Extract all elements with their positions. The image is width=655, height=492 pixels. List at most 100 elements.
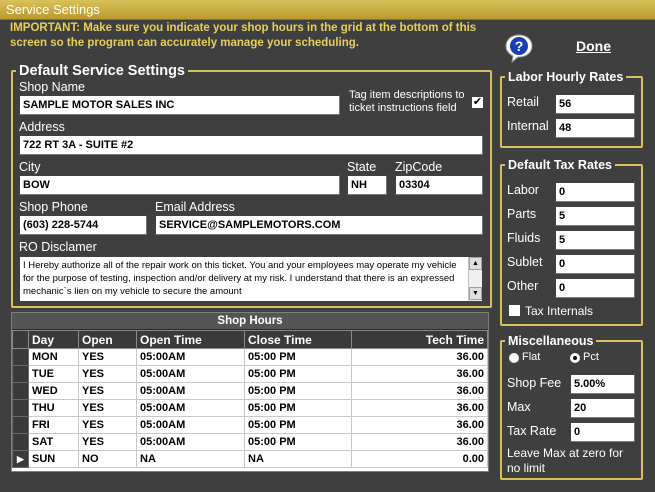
column-header-open-time[interactable]: Open Time: [136, 330, 245, 349]
address-input[interactable]: 722 RT 3A - SUITE #2: [19, 135, 483, 155]
ro-disclaimer-label: RO Disclamer: [19, 240, 97, 254]
shop-fee-label: Shop Fee: [507, 376, 562, 390]
max-note: Leave Max at zero for no limit: [507, 446, 624, 475]
cell-tech-time[interactable]: 36.00: [351, 433, 488, 451]
state-input[interactable]: NH: [347, 175, 387, 195]
cell-day[interactable]: SUN: [28, 450, 79, 468]
cell-open[interactable]: YES: [78, 365, 137, 383]
max-input[interactable]: 20: [570, 398, 635, 418]
cell-close-time[interactable]: 05:00 PM: [244, 382, 352, 400]
row-selector[interactable]: [12, 365, 29, 383]
tag-descriptions-checkbox[interactable]: ✔: [471, 96, 484, 109]
cell-open-time[interactable]: 05:00AM: [136, 348, 245, 366]
row-selector[interactable]: [12, 399, 29, 417]
cell-close-time[interactable]: 05:00 PM: [244, 399, 352, 417]
row-selector[interactable]: [12, 382, 29, 400]
cell-open[interactable]: YES: [78, 348, 137, 366]
table-row[interactable]: SAT YES 05:00AM 05:00 PM 36.00: [12, 433, 488, 451]
cell-open-time[interactable]: 05:00AM: [136, 416, 245, 434]
table-row[interactable]: FRI YES 05:00AM 05:00 PM 36.00: [12, 416, 488, 434]
shop-name-label: Shop Name: [19, 80, 86, 94]
cell-close-time[interactable]: NA: [244, 450, 352, 468]
column-header-close-time[interactable]: Close Time: [244, 330, 352, 349]
scroll-down-icon[interactable]: ▼: [469, 287, 482, 300]
cell-tech-time[interactable]: 36.00: [351, 382, 488, 400]
cell-open-time[interactable]: 05:00AM: [136, 399, 245, 417]
shop-name-input[interactable]: SAMPLE MOTOR SALES INC: [19, 95, 340, 115]
cell-day[interactable]: TUE: [28, 365, 79, 383]
cell-day[interactable]: SAT: [28, 433, 79, 451]
cell-close-time[interactable]: 05:00 PM: [244, 365, 352, 383]
internal-rate-label: Internal: [507, 119, 549, 133]
column-header-tech-time[interactable]: Tech Time: [351, 330, 488, 349]
current-row-marker-icon[interactable]: ▶: [12, 450, 29, 468]
tag-descriptions-label: Tag item descriptions to ticket instruct…: [349, 89, 465, 114]
shop-phone-label: Shop Phone: [19, 200, 88, 214]
zipcode-label: ZipCode: [395, 160, 443, 174]
scroll-up-icon[interactable]: ▲: [469, 257, 482, 270]
cell-day[interactable]: FRI: [28, 416, 79, 434]
cell-tech-time[interactable]: 36.00: [351, 399, 488, 417]
cell-close-time[interactable]: 05:00 PM: [244, 433, 352, 451]
max-label: Max: [507, 400, 531, 414]
cell-open-time[interactable]: 05:00AM: [136, 382, 245, 400]
state-label: State: [347, 160, 377, 174]
flat-fee-radio[interactable]: [508, 352, 520, 364]
cell-tech-time[interactable]: 36.00: [351, 416, 488, 434]
table-row[interactable]: THU YES 05:00AM 05:00 PM 36.00: [12, 399, 488, 417]
row-selector[interactable]: [12, 416, 29, 434]
cell-open[interactable]: YES: [78, 382, 137, 400]
cell-open-time[interactable]: 05:00AM: [136, 433, 245, 451]
table-row[interactable]: WED YES 05:00AM 05:00 PM 36.00: [12, 382, 488, 400]
column-header-open[interactable]: Open: [78, 330, 137, 349]
shop-hours-header-row: Day Open Open Time Close Time Tech Time: [12, 330, 488, 349]
cell-tech-time[interactable]: 0.00: [351, 450, 488, 468]
cell-open-time[interactable]: 05:00AM: [136, 365, 245, 383]
cell-open[interactable]: YES: [78, 399, 137, 417]
tax-internals-checkbox[interactable]: [508, 304, 521, 317]
important-notice: IMPORTANT: Make sure you indicate your s…: [10, 22, 477, 49]
cell-open-time[interactable]: NA: [136, 450, 245, 468]
internal-rate-input[interactable]: 48: [555, 118, 635, 138]
ro-disclaimer-scrollbar[interactable]: ▲ ▼: [468, 257, 482, 301]
cell-open[interactable]: YES: [78, 416, 137, 434]
email-input[interactable]: SERVICE@SAMPLEMOTORS.COM: [155, 215, 483, 235]
cell-day[interactable]: THU: [28, 399, 79, 417]
retail-rate-input[interactable]: 56: [555, 94, 635, 114]
shop-fee-input[interactable]: 5.00%: [570, 374, 635, 394]
pct-fee-radio[interactable]: [569, 352, 581, 364]
address-label: Address: [19, 120, 65, 134]
table-row[interactable]: ▶ SUN NO NA NA 0.00: [12, 450, 488, 468]
row-selector[interactable]: [12, 348, 29, 366]
cell-open[interactable]: YES: [78, 433, 137, 451]
tax-parts-input[interactable]: 5: [555, 206, 635, 226]
email-label: Email Address: [155, 200, 235, 214]
cell-day[interactable]: WED: [28, 382, 79, 400]
tax-rate-input[interactable]: 0: [570, 422, 635, 442]
column-header-day[interactable]: Day: [28, 330, 79, 349]
cell-tech-time[interactable]: 36.00: [351, 348, 488, 366]
tax-labor-input[interactable]: 0: [555, 182, 635, 202]
done-button[interactable]: Done: [576, 38, 611, 54]
ro-disclaimer-textarea[interactable]: I Hereby authorize all of the repair wor…: [19, 256, 483, 302]
zipcode-input[interactable]: 03304: [395, 175, 483, 195]
cell-close-time[interactable]: 05:00 PM: [244, 348, 352, 366]
tax-sublet-input[interactable]: 0: [555, 254, 635, 274]
cell-tech-time[interactable]: 36.00: [351, 365, 488, 383]
tax-internals-label: Tax Internals: [525, 304, 594, 318]
cell-open[interactable]: NO: [78, 450, 137, 468]
row-selector-header: [12, 330, 29, 349]
tax-fluids-input[interactable]: 5: [555, 230, 635, 250]
table-row[interactable]: TUE YES 05:00AM 05:00 PM 36.00: [12, 365, 488, 383]
cell-day[interactable]: MON: [28, 348, 79, 366]
question-bubble-icon[interactable]: ?: [504, 33, 534, 63]
city-input[interactable]: BOW: [19, 175, 340, 195]
default-service-settings-legend: Default Service Settings: [19, 63, 185, 79]
row-selector[interactable]: [12, 433, 29, 451]
shop-phone-input[interactable]: (603) 228-5744: [19, 215, 147, 235]
table-row[interactable]: MON YES 05:00AM 05:00 PM 36.00: [12, 348, 488, 366]
miscellaneous-legend: Miscellaneous: [508, 334, 594, 348]
tax-other-input[interactable]: 0: [555, 278, 635, 298]
tax-other-label: Other: [507, 279, 539, 293]
cell-close-time[interactable]: 05:00 PM: [244, 416, 352, 434]
